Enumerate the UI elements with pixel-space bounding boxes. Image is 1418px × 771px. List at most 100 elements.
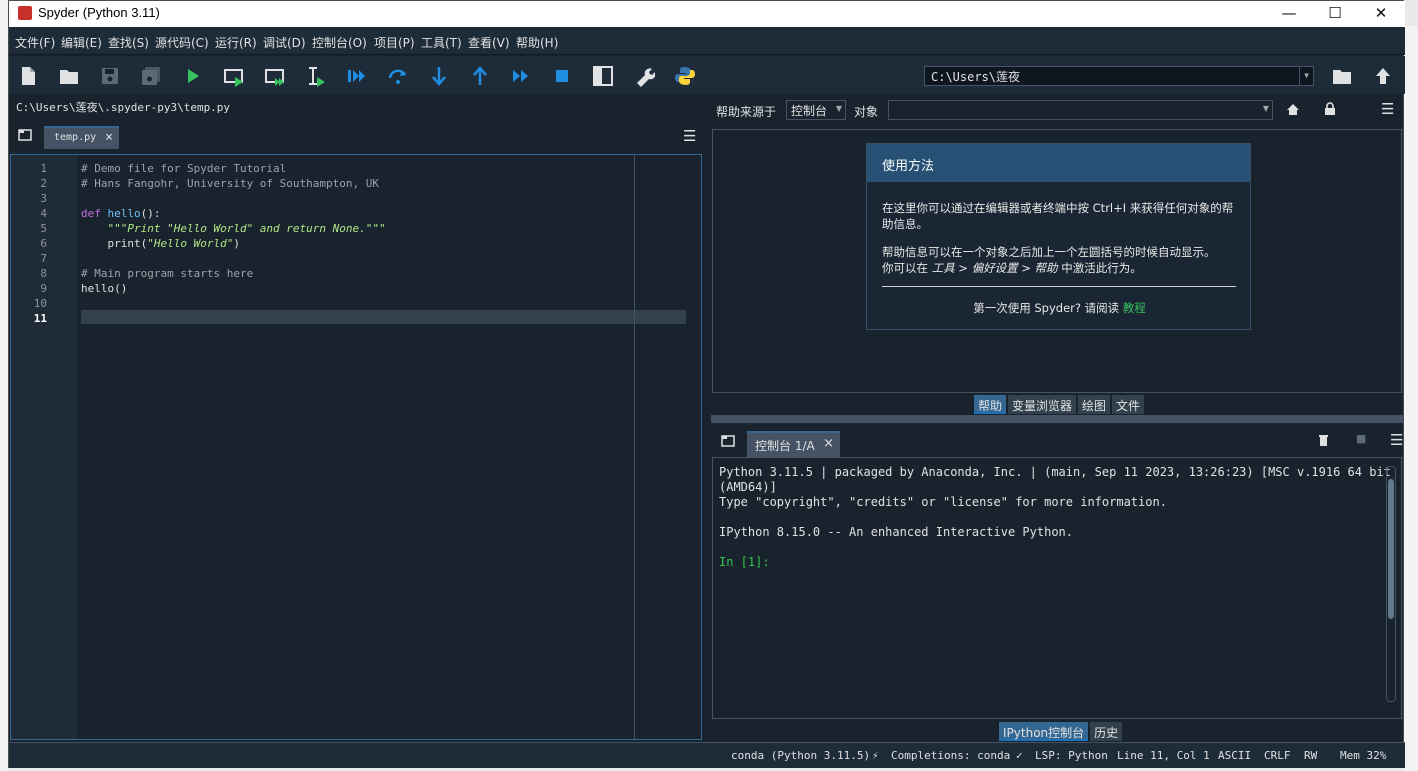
run-selection-icon[interactable]: [305, 65, 327, 87]
edge-line: [634, 155, 635, 739]
menu-projects[interactable]: 项目(P): [374, 34, 415, 51]
close-tab-icon[interactable]: ×: [105, 130, 113, 145]
code-line: # Demo file for Spyder Tutorial: [81, 162, 287, 175]
ipython-console[interactable]: Python 3.11.5 | packaged by Anaconda, In…: [712, 457, 1402, 719]
lock-icon[interactable]: [1324, 102, 1336, 116]
status-rw: RW: [1304, 749, 1318, 762]
run-cell-icon[interactable]: [223, 65, 245, 87]
console-output-line: (AMD64)]: [719, 480, 777, 494]
chevron-down-icon: ▼: [1262, 104, 1269, 113]
tutorial-link[interactable]: 教程: [1123, 301, 1146, 315]
continue-icon[interactable]: [510, 65, 532, 87]
tab-ipython-console[interactable]: IPython控制台: [999, 722, 1089, 741]
editor-pane: C:\Users\莲夜\.spyder-py3\temp.py temp.py …: [9, 95, 704, 741]
status-encoding: ASCII: [1218, 749, 1252, 762]
menu-bar: 文件(F) 编辑(E) 查找(S) 源代码(C) 运行(R) 调试(D) 控制台…: [9, 27, 1405, 55]
maximize-pane-icon[interactable]: [592, 65, 614, 87]
status-completions[interactable]: Completions: conda: [891, 749, 1010, 762]
status-env[interactable]: conda (Python 3.11.5): [731, 749, 870, 762]
chevron-down-icon[interactable]: ▼: [1299, 67, 1313, 85]
console-output-line: Python 3.11.5 | packaged by Anaconda, In…: [719, 465, 1391, 479]
preferences-path: 工具 > 偏好设置 > 帮助: [931, 261, 1058, 275]
spyder-app-icon: [18, 6, 32, 20]
menu-search[interactable]: 查找(S): [108, 34, 149, 51]
step-over-icon[interactable]: [387, 65, 409, 87]
browse-folder-icon[interactable]: [1331, 65, 1353, 87]
menu-run[interactable]: 运行(R): [215, 34, 257, 51]
status-lsp[interactable]: LSP: Python: [1035, 749, 1108, 762]
close-icon[interactable]: ✕: [1358, 1, 1404, 27]
pane-splitter[interactable]: [711, 415, 1403, 423]
open-file-icon[interactable]: [58, 65, 80, 87]
console-options-menu-icon[interactable]: ☰: [1390, 431, 1403, 449]
help-source-label: 帮助来源于: [716, 105, 777, 119]
spyder-window: Spyder (Python 3.11) — ☐ ✕ 文件(F) 编辑(E) 查…: [8, 0, 1405, 768]
save-all-icon[interactable]: [140, 65, 162, 87]
debug-icon[interactable]: [346, 65, 368, 87]
code-line: hello(): [81, 282, 128, 295]
status-eol: CRLF: [1264, 749, 1291, 762]
browse-tabs-icon[interactable]: [721, 435, 735, 447]
trash-icon[interactable]: [1318, 433, 1329, 447]
run-icon[interactable]: [182, 65, 204, 87]
tab-files[interactable]: 文件: [1112, 395, 1145, 414]
menu-debug[interactable]: 调试(D): [263, 34, 306, 51]
menu-tools[interactable]: 工具(T): [421, 34, 462, 51]
line-number: 3: [40, 192, 47, 205]
menu-help[interactable]: 帮助(H): [516, 34, 558, 51]
line-number: 5: [40, 222, 47, 235]
current-line-highlight: [81, 310, 686, 324]
browse-tabs-icon[interactable]: [18, 129, 32, 141]
tab-help[interactable]: 帮助: [974, 395, 1007, 414]
help-options-menu-icon[interactable]: ☰: [1381, 100, 1394, 118]
line-number-gutter: 1 2 3 4 5 6 7 8 9 10 11: [11, 155, 77, 739]
help-source-value: 控制台: [791, 104, 828, 118]
working-directory-combobox[interactable]: C:\Users\莲夜 ▼: [924, 66, 1314, 86]
main-toolbar: C:\Users\莲夜 ▼: [9, 56, 1405, 94]
usage-paragraph-1: 在这里你可以通过在编辑器或者终端中按 Ctrl+I 来获得任何对象的帮助信息。: [882, 201, 1234, 231]
python-path-icon[interactable]: [674, 65, 696, 87]
tab-variable-explorer[interactable]: 变量浏览器: [1008, 395, 1077, 414]
line-number: 9: [40, 282, 47, 295]
completions-icon: ⚡: [872, 749, 879, 762]
tab-console-1a[interactable]: 控制台 1/A ×: [747, 431, 840, 457]
code-editor[interactable]: 1 2 3 4 5 6 7 8 9 10 11 # Demo file for …: [10, 154, 702, 740]
run-cell-advance-icon[interactable]: [264, 65, 286, 87]
help-content: 使用方法 在这里你可以通过在编辑器或者终端中按 Ctrl+I 来获得任何对象的帮…: [712, 129, 1402, 393]
working-directory-value: C:\Users\莲夜: [931, 70, 1021, 84]
desktop-background-right: [1404, 26, 1418, 771]
editor-options-menu-icon[interactable]: ☰: [683, 127, 696, 145]
minimize-icon[interactable]: —: [1266, 1, 1312, 27]
save-icon[interactable]: [99, 65, 121, 87]
footer-text: 第一次使用 Spyder? 请阅读: [973, 301, 1123, 315]
usage-text: 中激活此行为。: [1057, 261, 1142, 275]
parent-directory-icon[interactable]: [1372, 65, 1394, 87]
preferences-wrench-icon[interactable]: [633, 65, 655, 87]
console-scrollbar[interactable]: [1386, 466, 1396, 702]
help-source-select[interactable]: 控制台 ▼: [786, 100, 846, 120]
new-file-icon[interactable]: [17, 65, 39, 87]
menu-edit[interactable]: 编辑(E): [61, 34, 102, 51]
code-line: # Main program starts here: [81, 267, 254, 280]
menu-consoles[interactable]: 控制台(O): [312, 34, 367, 51]
step-into-icon[interactable]: [428, 65, 450, 87]
menu-file[interactable]: 文件(F): [15, 34, 55, 51]
stop-kernel-icon[interactable]: ■: [1356, 432, 1366, 445]
object-label: 对象: [854, 105, 879, 119]
object-input[interactable]: ▼: [888, 100, 1273, 120]
menu-source[interactable]: 源代码(C): [155, 34, 209, 51]
tab-history[interactable]: 历史: [1090, 722, 1123, 741]
line-number: 8: [40, 267, 47, 280]
step-return-icon[interactable]: [469, 65, 491, 87]
maximize-icon[interactable]: ☐: [1312, 1, 1358, 27]
code-line: """Print "Hello World" and return None."…: [81, 222, 386, 235]
help-pane-tabs: 帮助 变量浏览器 绘图 文件: [974, 395, 1145, 415]
close-tab-icon[interactable]: ×: [823, 436, 834, 451]
stop-debug-icon[interactable]: [551, 65, 573, 87]
usage-paragraph-2-line-1: 帮助信息可以在一个对象之后加上一个左圆括号的时候自动显示。: [882, 245, 1216, 259]
home-icon[interactable]: [1286, 103, 1300, 116]
tab-temp-py[interactable]: temp.py ×: [44, 126, 119, 149]
scrollbar-thumb[interactable]: [1388, 479, 1394, 619]
tab-plots[interactable]: 绘图: [1078, 395, 1111, 414]
menu-view[interactable]: 查看(V): [468, 34, 510, 51]
